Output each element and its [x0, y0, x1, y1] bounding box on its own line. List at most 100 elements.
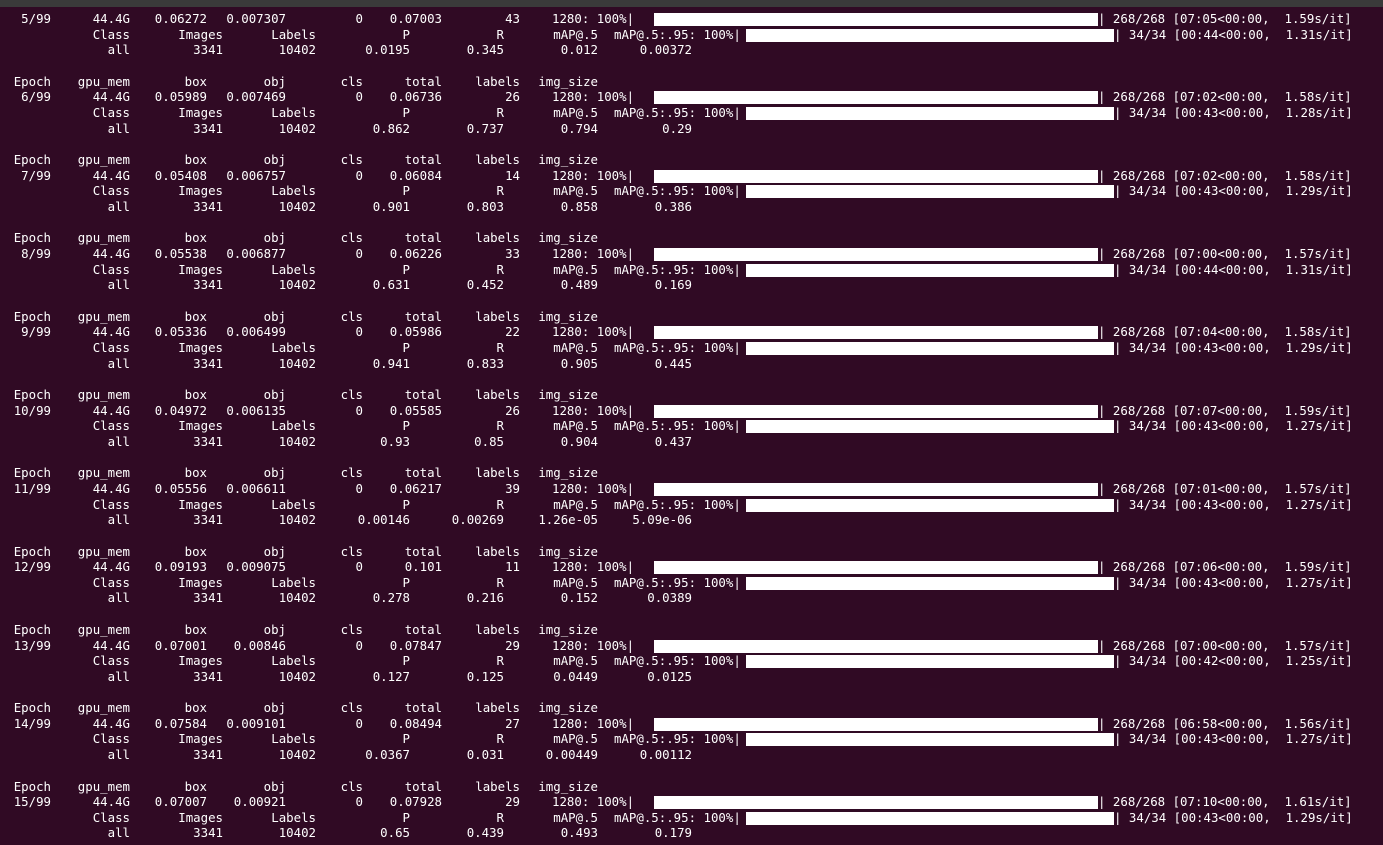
metrics-recall: 0.031 — [466, 747, 504, 762]
metrics-class-all: all — [107, 120, 130, 136]
box-loss-value: 0.05556 — [154, 480, 207, 496]
gpu-mem-value: 44.4G — [92, 167, 130, 183]
metrics-recall: 0.00269 — [451, 512, 504, 528]
total-loss-value: 0.07847 — [389, 637, 442, 653]
header-box: box — [184, 778, 207, 794]
header-cls: cls — [340, 308, 363, 324]
train-progress-row: 6/99 44.4G 0.05989 0.007469 0 0.06736 26 1280: … — [0, 89, 1383, 105]
val-progress-prefix: mAP@.5:.95: 100%| — [614, 809, 741, 825]
val-progress-stats: | 34/34 [00:42<00:00, 1.25s/it] — [1114, 653, 1353, 669]
metrics-class-all: all — [107, 198, 130, 214]
val-header-map50: mAP@.5 — [553, 418, 598, 434]
header-epoch: Epoch — [13, 778, 51, 794]
header-epoch: Epoch — [13, 700, 51, 716]
header-gpu-mem: gpu_mem — [77, 308, 130, 324]
obj-loss-value: 0.006611 — [226, 480, 286, 496]
epoch-header-row: Epoch gpu_mem box obj cls total labels img_size — [0, 700, 1383, 716]
val-header-class: Class — [92, 339, 130, 355]
total-loss-value: 0.101 — [404, 559, 442, 575]
header-epoch: Epoch — [13, 387, 51, 402]
box-loss-value: 0.05336 — [154, 324, 207, 340]
metrics-class-all: all — [107, 433, 130, 449]
metrics-labels: 10402 — [278, 668, 316, 684]
metrics-map50-95: 0.386 — [654, 198, 692, 214]
box-loss-value: 0.04972 — [154, 402, 207, 418]
train-progress-stats: | 268/268 [07:01<00:00, 1.57s/it] — [1098, 480, 1352, 496]
header-img-size: img_size — [538, 152, 598, 168]
total-loss-value: 0.05986 — [389, 324, 442, 340]
val-header-images: Images — [178, 183, 223, 199]
obj-loss-value: 0.007307 — [226, 11, 286, 26]
metrics-map50: 0.493 — [560, 825, 598, 841]
val-header-class: Class — [92, 653, 130, 669]
header-labels: labels — [475, 387, 520, 402]
val-progress-stats: | 34/34 [00:43<00:00, 1.27s/it] — [1114, 574, 1353, 590]
val-header-map50: mAP@.5 — [553, 574, 598, 590]
header-total: total — [404, 778, 442, 794]
cls-loss-value: 0 — [355, 11, 363, 26]
train-progress-prefix: 1280: 100%| — [552, 559, 635, 575]
header-cls: cls — [340, 700, 363, 716]
total-loss-value: 0.07928 — [389, 794, 442, 810]
metrics-precision: 0.127 — [372, 668, 410, 684]
train-progress-prefix: 1280: 100%| — [552, 246, 635, 261]
val-header-images: Images — [178, 418, 223, 434]
header-labels: labels — [475, 778, 520, 794]
metrics-map50: 0.489 — [560, 277, 598, 293]
total-loss-value: 0.07003 — [389, 11, 442, 26]
header-total: total — [404, 465, 442, 481]
val-progress-row: Class Images Labels P RmAP@.5 mAP@.5:.95: 100… — [0, 497, 1383, 513]
val-progress-bar — [746, 498, 1114, 512]
box-loss-value: 0.07001 — [154, 637, 207, 653]
header-cls: cls — [340, 778, 363, 794]
epoch-value: 10/99 — [13, 402, 51, 418]
val-progress-bar — [746, 28, 1114, 42]
metrics-recall: 0.125 — [466, 668, 504, 684]
labels-count-value: 14 — [505, 167, 520, 183]
header-img-size: img_size — [538, 308, 598, 324]
header-img-size: img_size — [538, 387, 598, 402]
val-header-p: P — [402, 105, 410, 120]
val-header-p: P — [402, 731, 410, 747]
epoch-header-row: Epoch gpu_mem box obj cls total labels img_size — [0, 465, 1383, 481]
labels-count-value: 39 — [505, 480, 520, 496]
header-img-size: img_size — [538, 778, 598, 794]
val-header-labels: Labels — [271, 496, 316, 512]
val-progress-stats: | 34/34 [00:43<00:00, 1.29s/it] — [1114, 183, 1353, 199]
train-progress-bar — [654, 13, 1098, 26]
header-box: box — [184, 308, 207, 324]
train-progress-prefix: 1280: 100%| — [552, 637, 635, 653]
metrics-images: 3341 — [193, 42, 223, 58]
metrics-labels: 10402 — [278, 825, 316, 841]
header-obj: obj — [263, 230, 286, 246]
metrics-precision: 0.0367 — [365, 747, 410, 762]
metrics-map50: 0.0449 — [553, 668, 598, 684]
train-progress-bar — [654, 482, 1098, 496]
val-progress-row: Class Images Labels P RmAP@.5 mAP@.5:.95: 100… — [0, 262, 1383, 278]
train-progress-row: 11/99 44.4G 0.05556 0.006611 0 0.06217 39 1280:… — [0, 481, 1383, 497]
box-loss-value: 0.09193 — [154, 559, 207, 575]
train-progress-stats: | 268/268 [07:02<00:00, 1.58s/it] — [1098, 167, 1352, 183]
obj-loss-value: 0.006877 — [226, 246, 286, 261]
header-labels: labels — [475, 73, 520, 89]
total-loss-value: 0.05585 — [389, 402, 442, 418]
obj-loss-value: 0.00921 — [233, 794, 286, 810]
header-labels: labels — [475, 308, 520, 324]
val-header-labels: Labels — [271, 731, 316, 747]
header-img-size: img_size — [538, 621, 598, 637]
val-header-labels: Labels — [271, 418, 316, 434]
val-progress-bar — [746, 341, 1114, 355]
val-header-r: R — [496, 653, 504, 669]
cls-loss-value: 0 — [355, 637, 363, 653]
header-epoch: Epoch — [13, 543, 51, 559]
val-header-r: R — [496, 26, 504, 42]
val-header-p: P — [402, 183, 410, 199]
header-img-size: img_size — [538, 543, 598, 559]
terminal-output[interactable]: 5/99 44.4G 0.06272 0.007307 0 0.07003 43 1280: … — [0, 7, 1383, 845]
val-header-map50: mAP@.5 — [553, 339, 598, 355]
header-epoch: Epoch — [13, 152, 51, 168]
val-progress-row: Class Images Labels P RmAP@.5 mAP@.5:.95: 100… — [0, 575, 1383, 591]
cls-loss-value: 0 — [355, 167, 363, 183]
labels-count-value: 26 — [505, 402, 520, 418]
gpu-mem-value: 44.4G — [92, 794, 130, 810]
